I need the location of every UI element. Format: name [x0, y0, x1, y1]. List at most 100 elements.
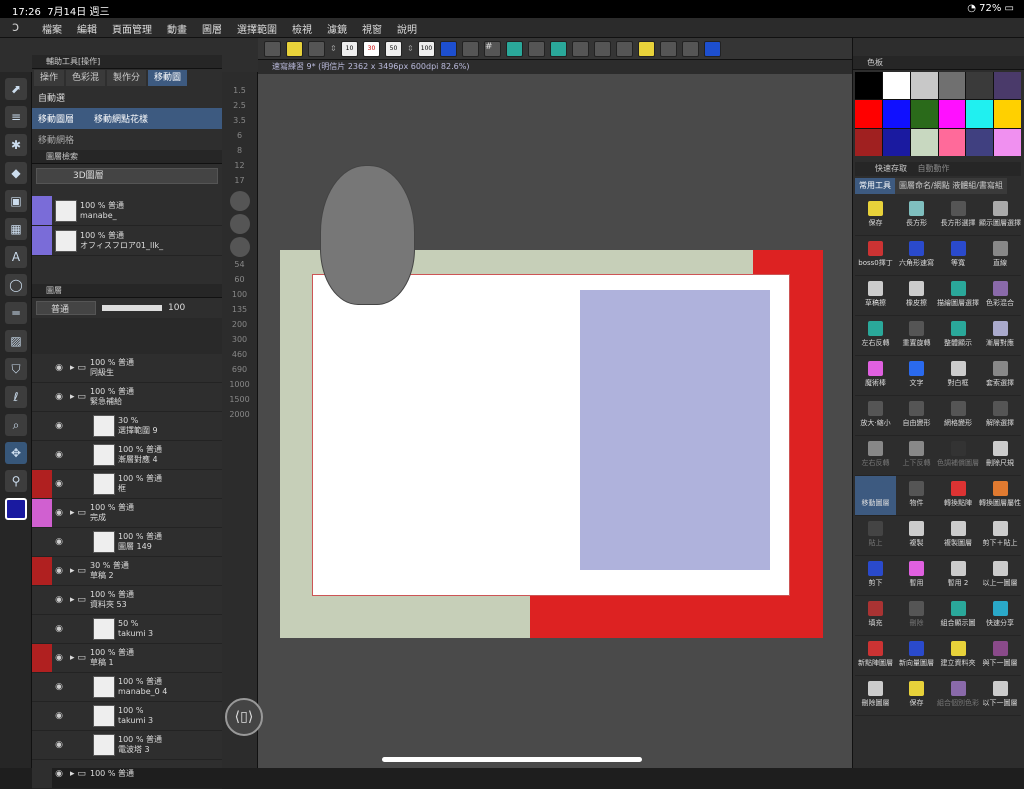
quick-access-item[interactable]: 保存: [896, 676, 937, 716]
color-swatch[interactable]: [855, 128, 882, 156]
menu-selection[interactable]: 選擇範圍: [237, 21, 277, 36]
artwork-canvas[interactable]: [280, 250, 823, 638]
color-swatch[interactable]: [994, 128, 1021, 156]
subtool-item-move-grid[interactable]: 移動網格: [32, 129, 222, 150]
quick-access-item[interactable]: 套索選擇: [979, 356, 1021, 396]
color-swatch[interactable]: [855, 100, 882, 128]
quick-access-item[interactable]: 快速分享: [979, 596, 1021, 636]
quick-access-item[interactable]: 文字: [896, 356, 937, 396]
visibility-eye-icon[interactable]: ◉: [52, 479, 66, 489]
zoom-level[interactable]: 690: [222, 365, 257, 374]
gradient-icon[interactable]: ▦: [5, 218, 27, 240]
snap-icon[interactable]: [572, 40, 589, 57]
fill-gray-icon[interactable]: [308, 40, 325, 57]
folder-icon[interactable]: ▸ ▭: [66, 566, 90, 576]
color-swatch[interactable]: [910, 72, 938, 100]
zoom-button[interactable]: [229, 237, 250, 257]
quick-access-item[interactable]: 左右反轉: [855, 436, 896, 476]
quick-access-item[interactable]: 剪下: [855, 556, 896, 596]
quick-access-item[interactable]: 以上一圖層: [979, 556, 1021, 596]
visibility-eye-icon[interactable]: ◉: [52, 421, 66, 431]
zoom-level[interactable]: 12: [222, 161, 257, 170]
color-swatch[interactable]: [966, 128, 994, 156]
quick-access-item[interactable]: 刪除尺規: [979, 436, 1021, 476]
quick-access-item[interactable]: 刪除圖層: [855, 676, 896, 716]
color-swatch-icon[interactable]: [5, 498, 27, 520]
quick-access-item[interactable]: 左右反轉: [855, 316, 896, 356]
gear-icon[interactable]: ✱: [5, 134, 27, 156]
color-swatch[interactable]: [882, 72, 910, 100]
folder-icon[interactable]: ▸ ▭: [66, 595, 90, 605]
export-icon[interactable]: [660, 40, 677, 57]
tone-30-icon[interactable]: 30: [363, 40, 380, 57]
opacity-value[interactable]: 100: [168, 303, 185, 313]
layer-search-row[interactable]: 100 % 普通 manabe_: [32, 196, 222, 226]
zoom-button[interactable]: [229, 191, 250, 211]
zoom-level[interactable]: 135: [222, 305, 257, 314]
quick-access-item[interactable]: 組合顯示圖: [937, 596, 979, 636]
zoom-level[interactable]: 2.5: [222, 101, 257, 110]
quick-access-item[interactable]: 放大‧縮小: [855, 396, 896, 436]
auto-action-title[interactable]: 自動動作: [918, 164, 950, 173]
zoom-button[interactable]: [229, 214, 250, 234]
zoom-level[interactable]: 1.5: [222, 86, 257, 95]
quick-access-item[interactable]: 草稿擦: [855, 276, 896, 316]
quick-access-item[interactable]: 色彩混合: [979, 276, 1021, 316]
quick-access-item[interactable]: 對白框: [937, 356, 979, 396]
layer-row[interactable]: ◉ ▸ ▭ 100 % 普通 草稿 1: [32, 644, 222, 673]
quick-access-item[interactable]: 自由變形: [896, 396, 937, 436]
quick-access-item[interactable]: 等寬: [937, 236, 979, 276]
menu-view[interactable]: 檢視: [292, 21, 312, 36]
visibility-eye-icon[interactable]: ◉: [52, 624, 66, 634]
menu-edit[interactable]: 編輯: [77, 21, 97, 36]
text-tool-icon[interactable]: A: [5, 246, 27, 268]
visibility-eye-icon[interactable]: ◉: [52, 537, 66, 547]
quick-access-item[interactable]: 漸層對應: [979, 316, 1021, 356]
blend-mode-select[interactable]: 普通: [36, 301, 96, 315]
zoom-level[interactable]: 2000: [222, 410, 257, 419]
quick-access-item[interactable]: 以下一圖層: [979, 676, 1021, 716]
quick-access-item[interactable]: 整體顯示: [937, 316, 979, 356]
layer-row[interactable]: ◉ 30 % 選擇範圍 9: [32, 412, 222, 441]
subtool-tab-blend[interactable]: 色彩混: [66, 70, 106, 86]
visibility-eye-icon[interactable]: ◉: [52, 566, 66, 576]
balloon-icon[interactable]: ◯: [5, 274, 27, 296]
eyedropper-icon[interactable]: ⚲: [5, 470, 27, 492]
quick-access-item[interactable]: 暫用 2: [937, 556, 979, 596]
layer-row[interactable]: ◉ 100 % 普通 manabe_0 4: [32, 673, 222, 702]
quick-access-item[interactable]: 解除選擇: [979, 396, 1021, 436]
quick-access-item[interactable]: 暫用: [896, 556, 937, 596]
frame-icon[interactable]: ▣: [5, 190, 27, 212]
transparent-icon[interactable]: [462, 40, 479, 57]
quick-access-item[interactable]: boss0擇丁: [855, 236, 896, 276]
quick-access-item[interactable]: 刪除: [896, 596, 937, 636]
quick-access-item[interactable]: 物件: [896, 476, 937, 516]
folder-icon[interactable]: ▸ ▭: [66, 363, 90, 373]
rotate-icon[interactable]: [528, 40, 545, 57]
grid-icon[interactable]: #: [484, 40, 501, 57]
tone-100-icon[interactable]: 100: [418, 40, 435, 57]
menu-help[interactable]: 說明: [397, 21, 417, 36]
zoom-level[interactable]: 8: [222, 146, 257, 155]
spin-icon[interactable]: ⇕: [330, 44, 337, 53]
shading-icon[interactable]: ▨: [5, 330, 27, 352]
zoom-level[interactable]: 60: [222, 275, 257, 284]
tone-10-icon[interactable]: 10: [341, 40, 358, 57]
quick-tab-common[interactable]: 常用工具: [855, 178, 895, 194]
color-swatch[interactable]: [910, 128, 938, 156]
move-tool-icon[interactable]: ✥: [5, 442, 27, 464]
color-swatch[interactable]: [855, 72, 882, 100]
quick-access-item[interactable]: 貼上: [855, 516, 896, 556]
quick-access-item[interactable]: 六角形速寫: [896, 236, 937, 276]
menu-window[interactable]: 視窗: [362, 21, 382, 36]
subtool-tab-operation[interactable]: 操作: [34, 70, 65, 86]
clear-icon[interactable]: [440, 40, 457, 57]
quick-access-item[interactable]: 新點陣圖層: [855, 636, 896, 676]
quick-access-item[interactable]: 轉換點陣: [937, 476, 979, 516]
visibility-eye-icon[interactable]: ◉: [52, 711, 66, 721]
layer-row[interactable]: ◉ ▸ ▭ 100 % 普通: [32, 760, 222, 789]
visibility-eye-icon[interactable]: ◉: [52, 682, 66, 692]
quick-access-item[interactable]: 色調補償圖層: [937, 436, 979, 476]
subtool-item-auto[interactable]: 自動選: [32, 87, 222, 108]
3d-skull-model[interactable]: [320, 165, 415, 305]
